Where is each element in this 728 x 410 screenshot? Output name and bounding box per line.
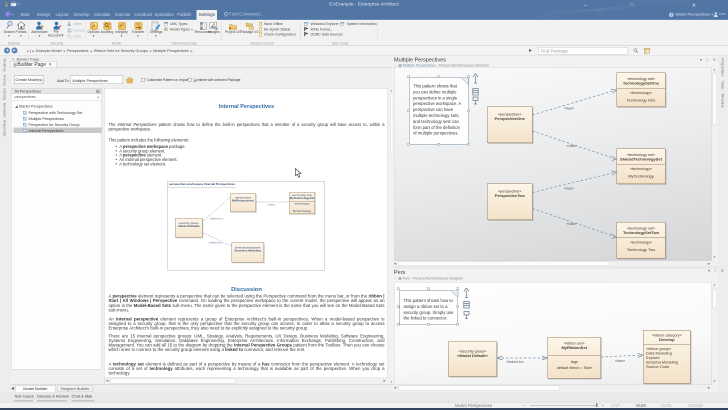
svg-text:!: !	[123, 23, 124, 27]
svg-text:!: !	[109, 23, 110, 27]
